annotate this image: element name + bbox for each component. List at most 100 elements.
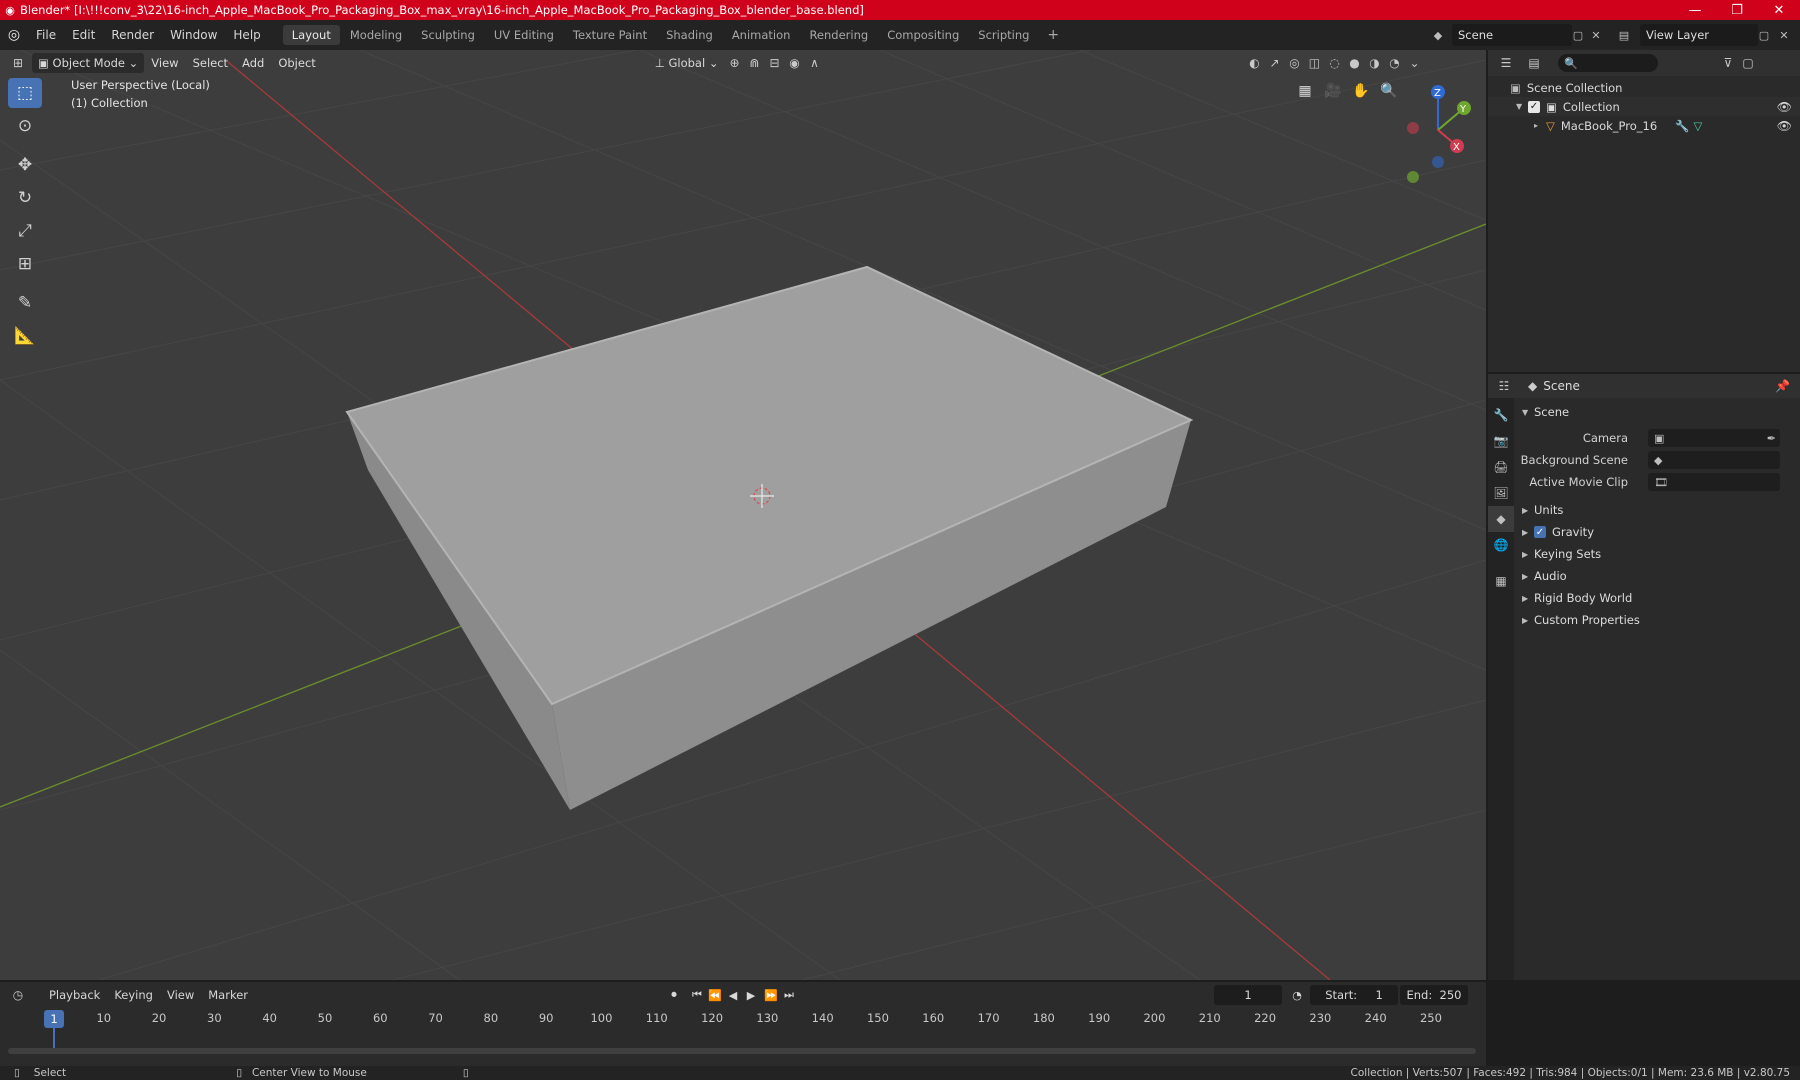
eyedropper-icon[interactable]: ✒ <box>1767 432 1776 445</box>
current-frame-field[interactable]: 1 <box>1214 985 1282 1005</box>
view-layer-name-field[interactable]: View Layer <box>1640 24 1758 46</box>
material-shading-icon[interactable]: ◑ <box>1364 53 1384 73</box>
mesh-data-icon[interactable]: ▽ <box>1693 119 1702 133</box>
perspective-toggle-icon[interactable]: ▦ <box>1292 78 1318 104</box>
outliner-row-scene-collection[interactable]: ▣ Scene Collection <box>1488 78 1800 97</box>
timeline-menu-playback[interactable]: Playback <box>42 988 107 1002</box>
scene-browse-icon[interactable]: ◆ <box>1428 25 1448 45</box>
timeline-ruler[interactable]: 1 10 20 30 40 50 60 70 80 90 100 110 120 130 140 150 160… <box>0 1008 1486 1028</box>
outliner-search-input[interactable]: 🔍 <box>1558 54 1658 72</box>
scene-panel-header[interactable]: ▼ Scene <box>1514 401 1800 423</box>
collection-checkbox[interactable]: ✓ <box>1528 100 1540 113</box>
proportional-edit-icon[interactable]: ◉ <box>784 53 804 73</box>
tab-animation[interactable]: Animation <box>723 25 800 45</box>
menu-file[interactable]: File <box>28 28 64 42</box>
scene-name-field[interactable]: Scene <box>1452 24 1572 46</box>
active-movie-clip-field[interactable]: 🎞 <box>1648 473 1780 491</box>
outliner-row-object[interactable]: ▸ ▽ MacBook_Pro_16 🔧 ▽ 👁 <box>1488 116 1800 135</box>
play-reverse-icon[interactable]: ◀ <box>724 986 742 1004</box>
zoom-view-icon[interactable]: 🔍 <box>1376 78 1402 104</box>
close-button[interactable]: ✕ <box>1758 0 1800 20</box>
gravity-checkbox[interactable]: ✓ <box>1534 526 1546 538</box>
timeline-scrollbar[interactable] <box>8 1048 1476 1054</box>
tab-scripting[interactable]: Scripting <box>969 25 1038 45</box>
3d-viewport[interactable]: Z Y X ⊞ ▣ Object Mode ⌄ View Select Add … <box>0 50 1486 980</box>
cursor-tool-icon[interactable]: ⊙ <box>8 111 42 141</box>
expand-arrow-icon[interactable]: ▼ <box>1516 102 1528 111</box>
minimize-button[interactable]: — <box>1674 0 1716 20</box>
add-workspace-button[interactable]: + <box>1039 27 1067 43</box>
view-layer-browse-icon[interactable]: ▤ <box>1614 25 1634 45</box>
new-collection-icon[interactable]: ▢ <box>1738 53 1758 73</box>
tool-tab-icon[interactable]: 🔧 <box>1488 402 1514 428</box>
camera-field[interactable]: ▣ ✒ <box>1648 429 1780 447</box>
texture-tab-icon[interactable]: ▦ <box>1488 568 1514 594</box>
collection-visibility-icon[interactable]: 👁 <box>1777 100 1792 114</box>
transform-tool-icon[interactable]: ⊞ <box>8 249 42 279</box>
jump-end-icon[interactable]: ⏭ <box>780 986 798 1004</box>
output-tab-icon[interactable]: 🖨 <box>1488 454 1514 480</box>
start-frame-field[interactable]: Start: 1 <box>1310 985 1398 1005</box>
pin-icon[interactable]: 📌 <box>1775 379 1790 393</box>
select-box-tool-icon[interactable]: ⬚ <box>8 78 42 108</box>
audio-panel-header[interactable]: ▶ Audio <box>1514 565 1800 587</box>
editor-type-icon[interactable]: ⊞ <box>8 53 28 73</box>
scene-tab-icon[interactable]: ◆ <box>1488 506 1514 532</box>
packaging-box-mesh[interactable] <box>345 265 1194 810</box>
menu-help[interactable]: Help <box>225 28 268 42</box>
jump-start-icon[interactable]: ⏮ <box>688 986 706 1004</box>
tab-layout[interactable]: Layout <box>282 25 340 45</box>
wireframe-shading-icon[interactable]: ◌ <box>1324 53 1344 73</box>
falloff-icon[interactable]: ∧ <box>804 53 824 73</box>
outliner-editor-type-icon[interactable]: ☰ <box>1496 53 1516 73</box>
pan-view-icon[interactable]: ✋ <box>1348 78 1374 104</box>
jump-keyframe-back-icon[interactable]: ⏪ <box>706 986 724 1004</box>
tab-shading[interactable]: Shading <box>657 25 722 45</box>
viewport-menu-select[interactable]: Select <box>186 56 235 70</box>
tab-modeling[interactable]: Modeling <box>341 25 411 45</box>
properties-editor-type-icon[interactable]: ☷ <box>1494 376 1514 396</box>
units-panel-header[interactable]: ▶ Units <box>1514 499 1800 521</box>
delete-scene-icon[interactable]: ✕ <box>1586 25 1606 45</box>
measure-tool-icon[interactable]: 📐 <box>8 321 42 351</box>
object-visibility-icon[interactable]: 👁 <box>1777 119 1792 133</box>
new-view-layer-icon[interactable]: ▢ <box>1754 25 1774 45</box>
menu-render[interactable]: Render <box>103 28 162 42</box>
pivot-point-icon[interactable]: ⊕ <box>724 53 744 73</box>
maximize-button[interactable]: ❐ <box>1716 0 1758 20</box>
render-tab-icon[interactable]: 📷 <box>1488 428 1514 454</box>
tab-texture-paint[interactable]: Texture Paint <box>564 25 656 45</box>
menu-window[interactable]: Window <box>162 28 225 42</box>
snap-icon[interactable]: ⋒ <box>744 53 764 73</box>
gizmo-neg-y-axis[interactable] <box>1407 171 1419 183</box>
rigid-body-world-panel-header[interactable]: ▶ Rigid Body World <box>1514 587 1800 609</box>
custom-properties-panel-header[interactable]: ▶ Custom Properties <box>1514 609 1800 631</box>
scale-tool-icon[interactable]: ⤢ <box>8 216 42 246</box>
expand-arrow-icon[interactable]: ▸ <box>1534 121 1546 130</box>
view-layer-tab-icon[interactable]: 🖼 <box>1488 480 1514 506</box>
jump-keyframe-forward-icon[interactable]: ⏩ <box>762 986 780 1004</box>
outliner-row-collection[interactable]: ▼ ✓ ▣ Collection 👁 <box>1488 97 1800 116</box>
viewport-menu-object[interactable]: Object <box>271 56 322 70</box>
background-scene-field[interactable]: ◆ <box>1648 451 1780 469</box>
timeline-menu-keying[interactable]: Keying <box>107 988 160 1002</box>
display-mode-icon[interactable]: ▤ <box>1524 53 1544 73</box>
delete-view-layer-icon[interactable]: ✕ <box>1774 25 1794 45</box>
navigation-gizmo[interactable]: Z Y X <box>1407 85 1471 183</box>
tab-compositing[interactable]: Compositing <box>878 25 968 45</box>
tab-uv-editing[interactable]: UV Editing <box>485 25 563 45</box>
overlays-icon[interactable]: ◎ <box>1284 53 1304 73</box>
modifier-icon[interactable]: 🔧 <box>1675 119 1689 133</box>
rendered-shading-icon[interactable]: ◔ <box>1384 53 1404 73</box>
transform-orientation-dropdown[interactable]: ⊥ Global ⌄ <box>649 53 725 73</box>
menu-edit[interactable]: Edit <box>64 28 103 42</box>
gizmo-neg-z-axis[interactable] <box>1432 156 1444 168</box>
end-frame-field[interactable]: End: 250 <box>1400 985 1468 1005</box>
annotate-tool-icon[interactable]: ✎ <box>8 288 42 318</box>
play-icon[interactable]: ▶ <box>742 986 760 1004</box>
shading-options-icon[interactable]: ⌄ <box>1404 53 1424 73</box>
tab-sculpting[interactable]: Sculpting <box>412 25 484 45</box>
snap-target-icon[interactable]: ⊟ <box>764 53 784 73</box>
blender-logo-icon[interactable]: ◎ <box>0 27 28 43</box>
timeline-menu-marker[interactable]: Marker <box>201 988 255 1002</box>
